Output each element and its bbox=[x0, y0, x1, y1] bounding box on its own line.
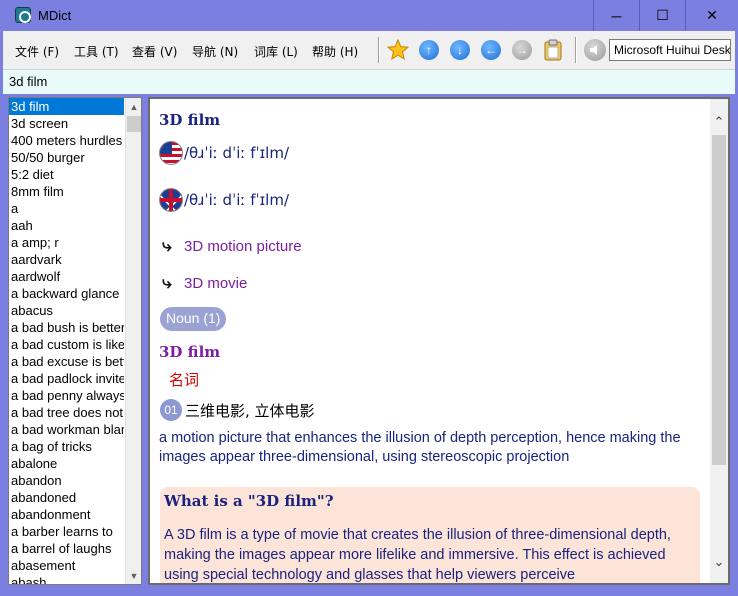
word-list-item[interactable]: a bad excuse is better bbox=[9, 353, 124, 370]
word-list-scrollbar[interactable]: ▲ ▼ bbox=[125, 98, 141, 584]
word-list-item[interactable]: 3d screen bbox=[9, 115, 124, 132]
scrollbar-thumb[interactable] bbox=[127, 116, 141, 132]
definition-panel: 3D film /θɹˈiː dˈiː fˈɪlm/ /θɹˈiː dˈiː f… bbox=[148, 97, 730, 585]
sense-number-badge: 01 bbox=[160, 399, 182, 421]
scroll-down-icon[interactable]: ▼ bbox=[126, 567, 141, 584]
menu-view[interactable]: 查看 (V) bbox=[132, 43, 177, 60]
word-list-item[interactable]: a backward glance bbox=[9, 285, 124, 302]
pronunciation-uk[interactable]: /θɹˈiː dˈiː fˈɪlm/ bbox=[159, 188, 289, 212]
scroll-up-icon[interactable]: ⌃ bbox=[710, 107, 728, 137]
speaker-icon[interactable] bbox=[583, 38, 607, 62]
synonym-link[interactable]: ⤷ 3D movie bbox=[162, 273, 247, 293]
clipboard-icon[interactable] bbox=[541, 38, 565, 62]
word-list-item[interactable]: abandon bbox=[9, 472, 124, 489]
us-flag-icon[interactable] bbox=[159, 141, 183, 165]
sense-row: 01 三维电影, 立体电影 bbox=[160, 399, 315, 421]
scroll-up-icon[interactable]: ▲ bbox=[126, 98, 141, 115]
pos-chinese: 名词 bbox=[169, 371, 200, 389]
word-list-item[interactable]: a bbox=[9, 200, 124, 217]
faq-body: A 3D film is a type of movie that create… bbox=[164, 527, 671, 583]
arrow-up-icon[interactable]: ↑ bbox=[417, 38, 441, 62]
word-list-item[interactable]: abasement bbox=[9, 557, 124, 574]
sense-chinese: 三维电影, 立体电影 bbox=[185, 401, 315, 420]
close-button[interactable]: ✕ bbox=[685, 0, 738, 31]
faq-title: What is a "3D film"? bbox=[164, 492, 334, 510]
word-list-item[interactable]: a bad workman blames bbox=[9, 421, 124, 438]
arrow-left-icon[interactable]: ← bbox=[479, 38, 503, 62]
entry-headword: 3D film bbox=[159, 111, 221, 129]
faq-box: What is a "3D film"? A 3D film is a type… bbox=[160, 487, 700, 583]
pos-badge[interactable]: Noun (1) bbox=[160, 307, 227, 331]
voice-select[interactable]: Microsoft Huihui Desktop bbox=[609, 39, 731, 61]
word-list-item[interactable]: a amp; r bbox=[9, 234, 124, 251]
app-window: MDict ─ ☐ ✕ 文件 (F) 工具 (T) 查看 (V) 导航 (N) … bbox=[0, 0, 738, 596]
menu-help[interactable]: 帮助 (H) bbox=[312, 43, 358, 60]
maximize-button[interactable]: ☐ bbox=[639, 0, 685, 31]
word-list-item[interactable]: abandonment bbox=[9, 506, 124, 523]
word-list-item[interactable]: aardvark bbox=[9, 251, 124, 268]
title-bar[interactable]: MDict ─ ☐ ✕ bbox=[0, 0, 738, 31]
arrow-down-icon[interactable]: ↓ bbox=[448, 38, 472, 62]
word-list[interactable]: 3d film 3d screen 400 meters hurdles 50/50 … bbox=[8, 97, 142, 585]
word-list-item[interactable]: 50/50 burger bbox=[9, 149, 124, 166]
word-list-item[interactable]: 3d film bbox=[9, 98, 124, 115]
menu-navigate[interactable]: 导航 (N) bbox=[192, 43, 238, 60]
word-list-item[interactable]: a bad tree does not bbox=[9, 404, 124, 421]
synonym-link[interactable]: ⤷ 3D motion picture bbox=[162, 236, 302, 256]
word-list-item[interactable]: aardwolf bbox=[9, 268, 124, 285]
menu-toolbar: 文件 (F) 工具 (T) 查看 (V) 导航 (N) 词库 (L) 帮助 (H… bbox=[3, 31, 735, 69]
app-logo-icon bbox=[15, 7, 31, 23]
sense-headword: 3D film bbox=[159, 343, 221, 361]
word-list-item[interactable]: a bad custom is like bbox=[9, 336, 124, 353]
minimize-button[interactable]: ─ bbox=[593, 0, 639, 31]
scroll-down-icon[interactable]: ⌄ bbox=[710, 547, 728, 577]
word-list-item[interactable]: 400 meters hurdles bbox=[9, 132, 124, 149]
uk-flag-icon[interactable] bbox=[159, 188, 183, 212]
word-list-item[interactable]: abalone bbox=[9, 455, 124, 472]
scrollbar-thumb[interactable] bbox=[712, 135, 726, 465]
word-list-item[interactable]: abacus bbox=[9, 302, 124, 319]
sense-definition: a motion picture that enhances the illus… bbox=[159, 430, 681, 465]
word-list-item[interactable]: aah bbox=[9, 217, 124, 234]
word-list-item[interactable]: a bad padlock invites bbox=[9, 370, 124, 387]
toolbar-separator bbox=[575, 37, 577, 63]
word-list-item[interactable]: 5:2 diet bbox=[9, 166, 124, 183]
menu-library[interactable]: 词库 (L) bbox=[254, 43, 298, 60]
star-icon[interactable] bbox=[386, 38, 410, 62]
arrow-right-icon[interactable]: → bbox=[510, 38, 534, 62]
word-list-item[interactable]: a bag of tricks bbox=[9, 438, 124, 455]
word-list-item[interactable]: a barrel of laughs bbox=[9, 540, 124, 557]
toolbar-separator bbox=[378, 37, 380, 63]
word-list-item[interactable]: abandoned bbox=[9, 489, 124, 506]
menu-tools[interactable]: 工具 (T) bbox=[74, 43, 119, 60]
pronunciation-us[interactable]: /θɹˈiː dˈiː fˈɪlm/ bbox=[159, 141, 289, 165]
content-scrollbar[interactable]: ⌃ ⌄ bbox=[710, 99, 728, 583]
search-input[interactable]: 3d film bbox=[3, 69, 735, 94]
window-title: MDict bbox=[38, 8, 72, 23]
branch-arrow-icon: ⤷ bbox=[162, 273, 172, 292]
word-list-item[interactable]: 8mm film bbox=[9, 183, 124, 200]
branch-arrow-icon: ⤷ bbox=[162, 236, 172, 255]
menu-file[interactable]: 文件 (F) bbox=[15, 43, 59, 60]
word-list-item[interactable]: a bad penny always bbox=[9, 387, 124, 404]
word-list-item[interactable]: a bad bush is better bbox=[9, 319, 124, 336]
word-list-item[interactable]: a barber learns to bbox=[9, 523, 124, 540]
word-list-item[interactable]: abash bbox=[9, 574, 124, 584]
